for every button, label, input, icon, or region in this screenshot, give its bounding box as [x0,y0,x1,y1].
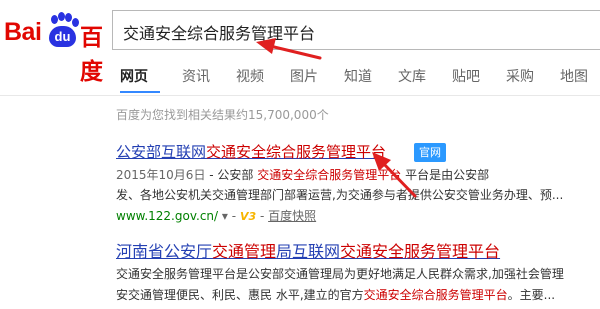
logo-text-du: du [54,29,71,44]
tab-map[interactable]: 地图 [560,66,588,86]
tab-video[interactable]: 视频 [236,66,264,86]
separator: - [231,209,237,223]
result-2-snippet-text: 安交通管理便民、利民、惠民 水平,建立的官方 [116,288,364,302]
result-2-snippet-line-2: 安交通管理便民、利民、惠民 水平,建立的官方交通安全综合服务管理平台。主要... [116,286,555,303]
result-1-snippet-line-1: 2015年10月6日 - 公安部 交通安全综合服务管理平台 平台是由公安部 [116,166,489,183]
tab-news[interactable]: 资讯 [182,66,210,86]
logo-text-baidu-cn: 百度 [80,25,103,85]
tab-wenku[interactable]: 文库 [398,66,426,86]
baidu-logo[interactable]: Bai du 百度 [4,10,112,85]
result-1-url-row: www.122.gov.cn/ ▾ - V3 - 百度快照 [116,207,316,224]
result-1-snippet-text: - 公安部 [205,168,258,182]
search-query: 交通安全综合服务管理平台 [123,24,316,43]
nav-divider [0,95,600,96]
tab-caigou[interactable]: 采购 [506,66,534,86]
tab-zhidao[interactable]: 知道 [344,66,372,86]
result-2-snippet-text-2: 。主要... [507,288,556,302]
result-2-title-part-2: 局互联网 [276,242,341,261]
v3-credit-icon[interactable]: V3 [240,210,256,223]
results-count: 百度为您找到相关结果约15,700,000个 [116,108,329,122]
tab-web[interactable]: 网页 [120,66,148,86]
result-2-snippet-highlight: 交通安全综合服务管理平台 [363,288,508,302]
tab-tieba[interactable]: 贴吧 [452,66,480,86]
result-1-title-prefix: 公安部互联网 [116,143,207,161]
result-1-date: 2015年10月6日 [116,168,206,182]
result-1-snippet-line-2: 发、各地公安机关交通管理部门部署运营,为交通参与者提供公安交管业务办理、预... [116,188,564,202]
result-1-title-highlight: 交通安全综合服务管理平台 [206,143,387,161]
result-1-snippet-text-2: 平台是由公安部 [401,168,490,182]
search-input[interactable]: 交通安全综合服务管理平台 [112,10,600,50]
result-1-title-link[interactable]: 公安部互联网交通安全综合服务管理平台 [116,141,386,162]
logo-text-bai: Bai [4,18,42,46]
chevron-down-icon[interactable]: ▾ [222,209,228,223]
active-tab-indicator [120,91,160,93]
result-2-snippet-line-1: 交通安全服务管理平台是公安部交通管理局为更好地满足人民群众需求,加强社会管理 [116,267,564,281]
result-2-title-highlight-1: 交通管理 [212,242,277,261]
official-site-badge[interactable]: 官网 [414,143,446,162]
result-2-title-highlight-2: 交通安全服务管理平台 [340,242,501,261]
result-2-title-link[interactable]: 河南省公安厅交通管理局互联网交通安全服务管理平台 [116,238,500,262]
paw-icon: du [45,12,79,48]
tab-images[interactable]: 图片 [290,66,318,86]
cache-link[interactable]: 百度快照 [268,209,316,223]
result-1-snippet-highlight: 交通安全综合服务管理平台 [257,168,402,182]
result-2-title-part-1: 河南省公安厅 [116,242,213,261]
separator: - [259,209,265,223]
result-1-url[interactable]: www.122.gov.cn/ [116,209,218,223]
